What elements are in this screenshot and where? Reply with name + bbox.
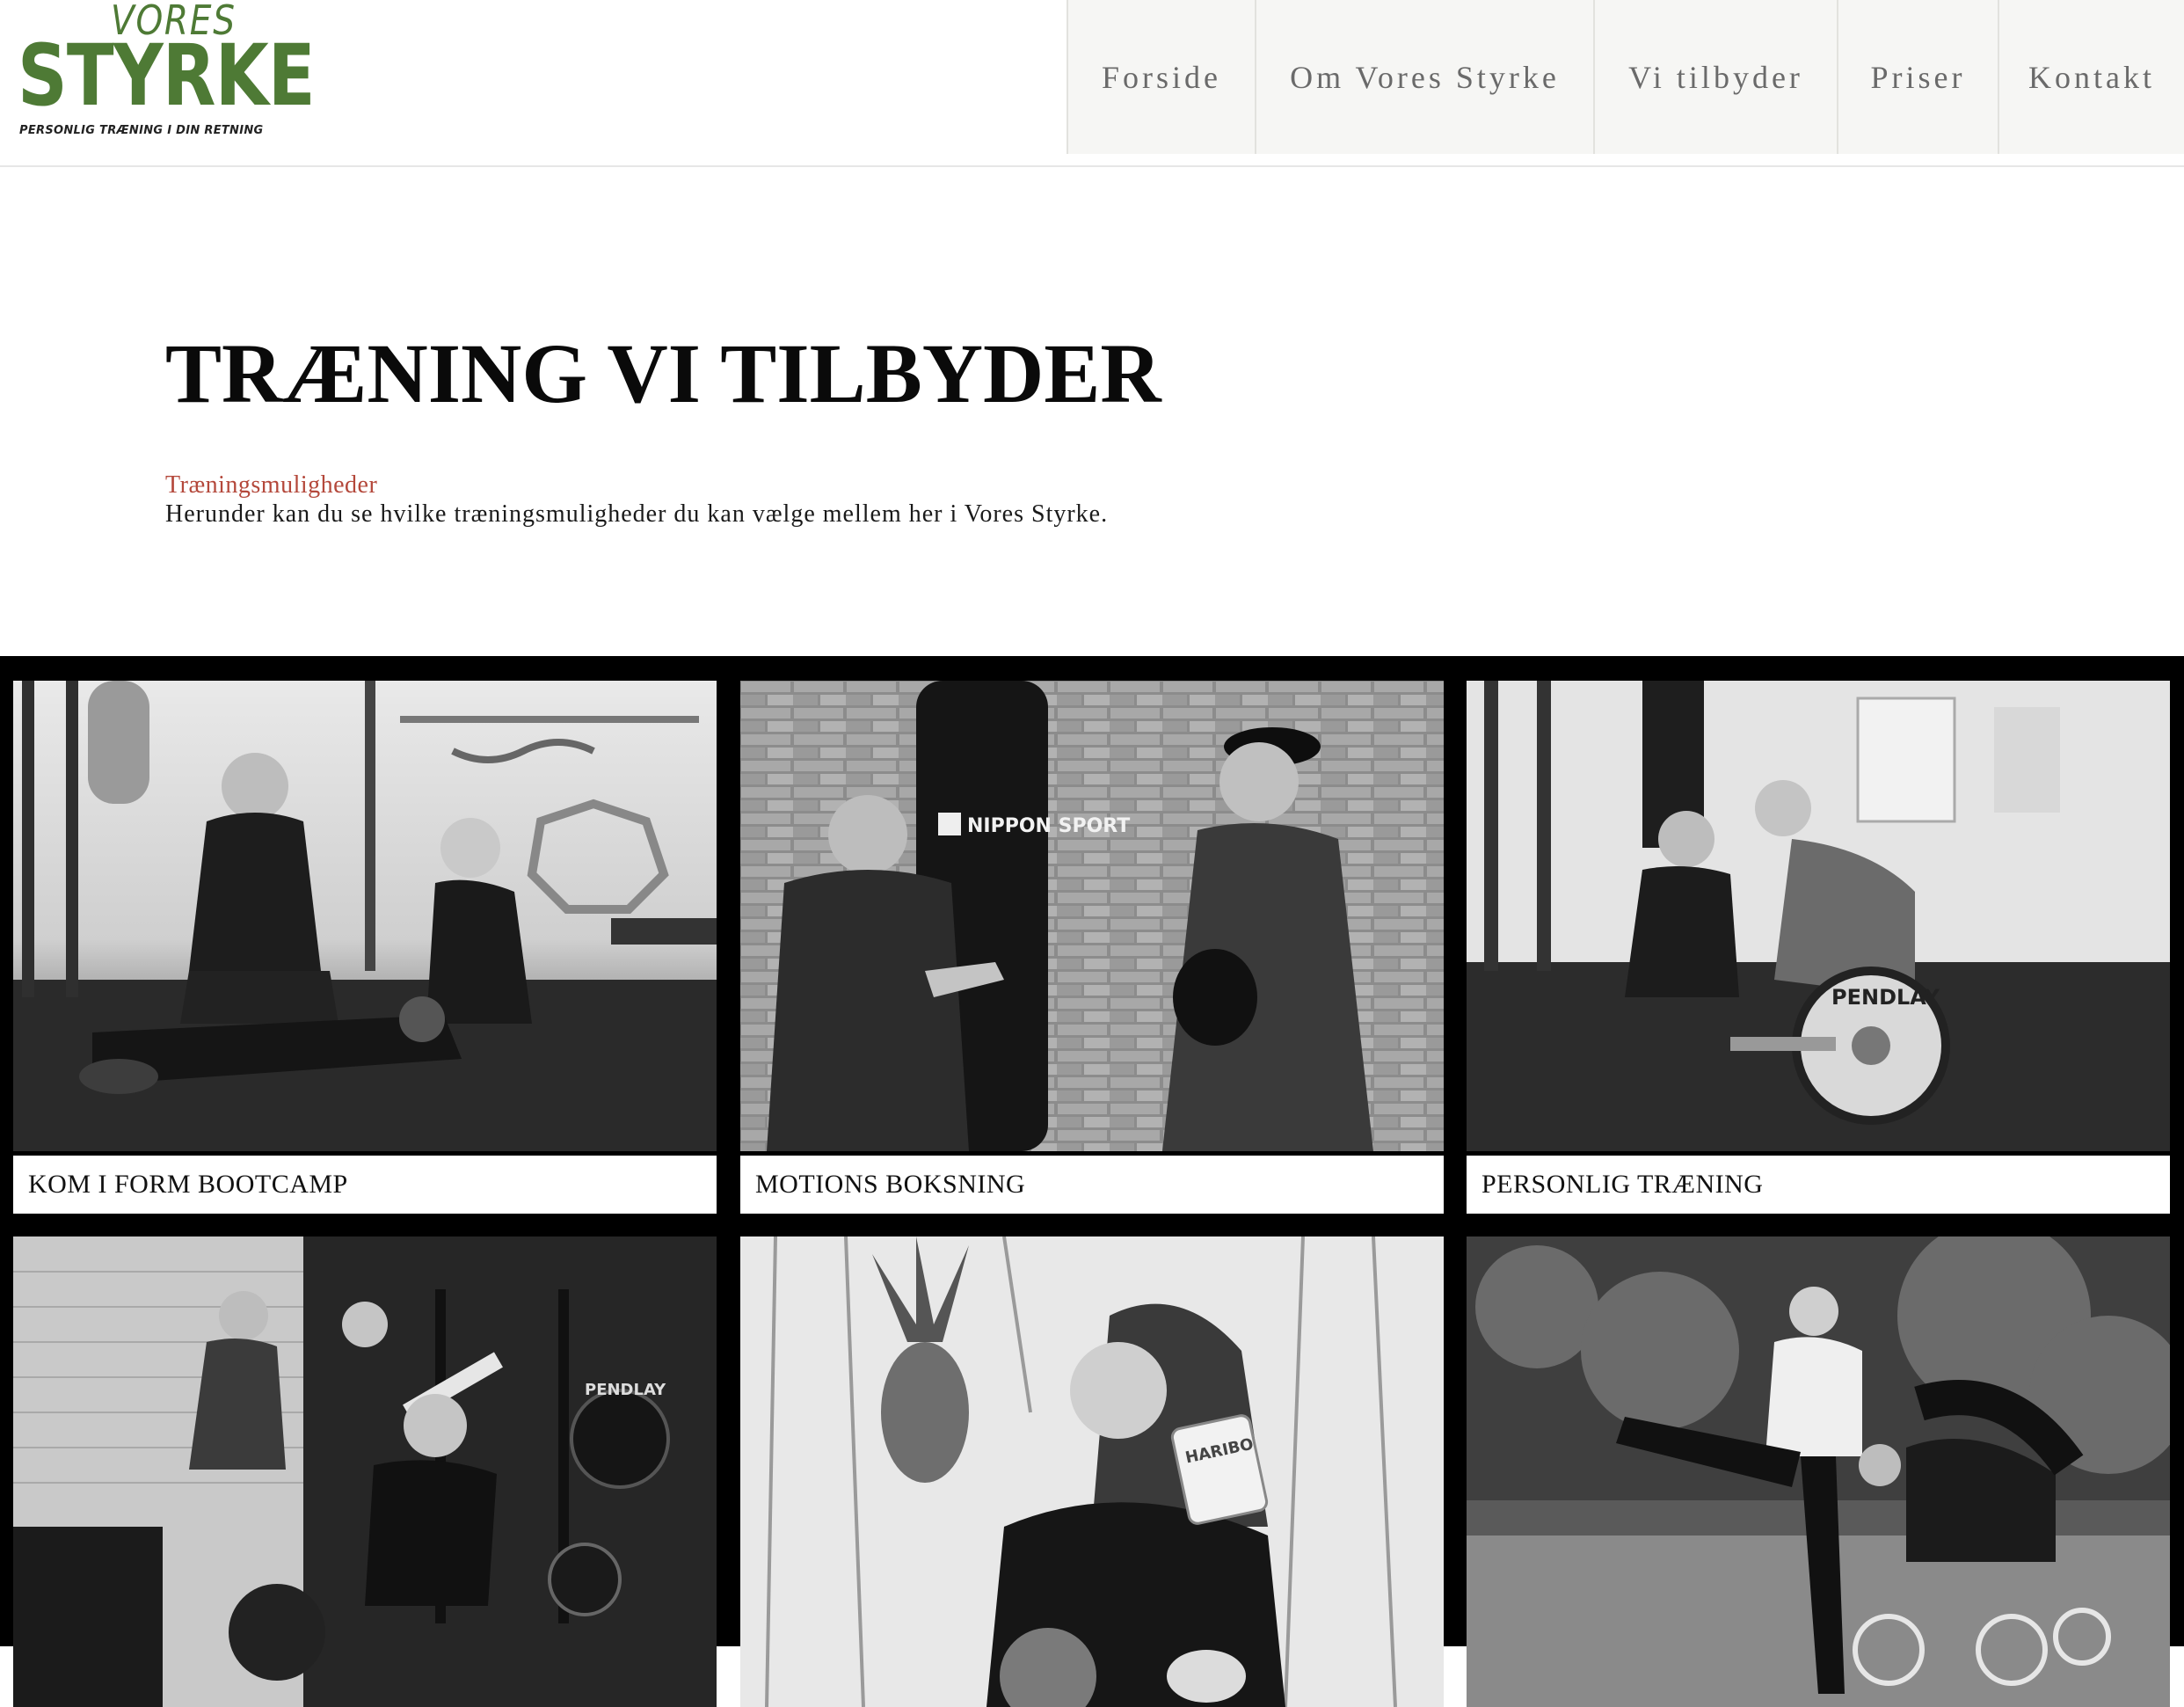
site-header: VORES STYRKE PERSONLIG TRÆNING I DIN RET… bbox=[0, 0, 2184, 167]
card-photo-gym[interactable]: PENDLAY bbox=[13, 1236, 717, 1707]
plate-brand: PENDLAY bbox=[1831, 985, 1940, 1010]
card-caption[interactable]: MOTIONS BOKSNING bbox=[740, 1156, 1444, 1214]
nav-item-forside[interactable]: Forside bbox=[1067, 0, 1255, 154]
card-photo-mor-og-barn[interactable] bbox=[1467, 1236, 2170, 1707]
nav-item-vi-tilbyder[interactable]: Vi tilbyder bbox=[1593, 0, 1837, 154]
training-grid: KOM I FORM BOOTCAMP NIPPON SPORT MOTIONS… bbox=[0, 656, 2184, 1707]
card-photo-kost[interactable]: HARIBO bbox=[740, 1236, 1444, 1707]
nav-item-om-vores-styrke[interactable]: Om Vores Styrke bbox=[1255, 0, 1593, 154]
logo-styrke-text: STYRKE bbox=[18, 26, 316, 125]
intro-section: TRÆNING VI TILBYDER Træningsmuligheder H… bbox=[165, 325, 1748, 529]
card-photo-bootcamp[interactable] bbox=[13, 681, 717, 1151]
punching-bag-brand: NIPPON SPORT bbox=[967, 815, 1130, 837]
card-caption[interactable]: KOM I FORM BOOTCAMP bbox=[13, 1156, 717, 1214]
site-logo[interactable]: VORES STYRKE PERSONLIG TRÆNING I DIN RET… bbox=[18, 0, 316, 150]
card-photo-personlig-traening[interactable]: PENDLAY bbox=[1467, 681, 2170, 1151]
main-nav: Forside Om Vores Styrke Vi tilbyder Pris… bbox=[1067, 0, 2184, 154]
nav-item-kontakt[interactable]: Kontakt bbox=[1998, 0, 2184, 154]
card-caption[interactable]: PERSONLIG TRÆNING bbox=[1467, 1156, 2170, 1214]
logo-tagline: PERSONLIG TRÆNING I DIN RETNING bbox=[19, 124, 264, 137]
page-title: TRÆNING VI TILBYDER bbox=[165, 326, 1161, 420]
page-subtitle: Træningsmuligheder bbox=[165, 471, 378, 499]
page-description: Herunder kan du se hvilke træningsmuligh… bbox=[165, 500, 1109, 528]
card-photo-boksning[interactable]: NIPPON SPORT bbox=[740, 681, 1444, 1151]
plate-brand: PENDLAY bbox=[585, 1381, 666, 1399]
nav-item-priser[interactable]: Priser bbox=[1837, 0, 1998, 154]
